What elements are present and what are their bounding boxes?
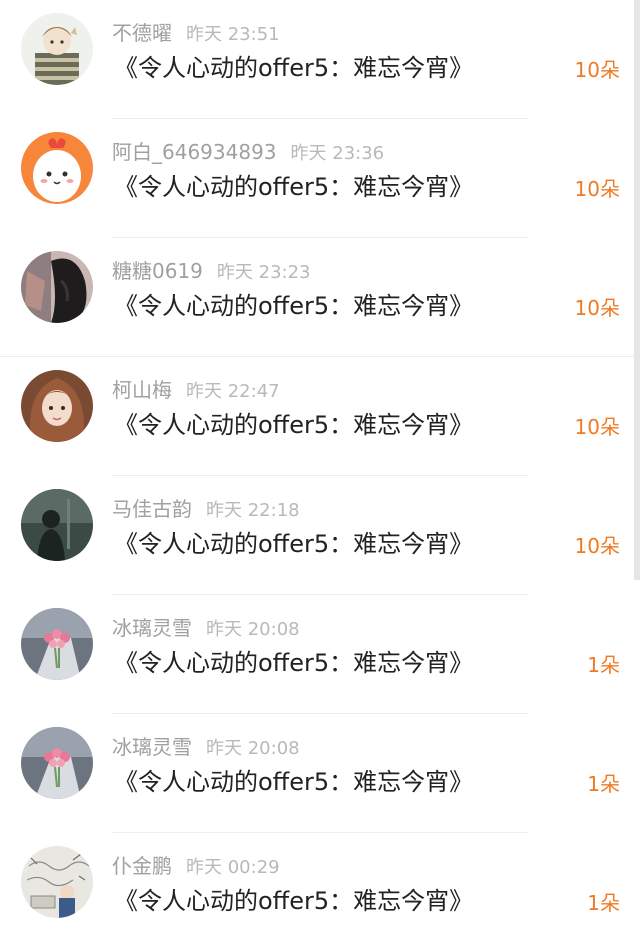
striped-shirt-cartoon-avatar-icon[interactable] — [21, 13, 93, 85]
timestamp: 昨天 23:23 — [216, 262, 311, 283]
timestamp: 昨天 20:08 — [206, 619, 300, 640]
item-meta: 阿白_646934893 昨天 23:36 — [112, 139, 384, 165]
gift-count: 1朵 — [587, 653, 620, 677]
timestamp: 昨天 23:51 — [186, 24, 280, 45]
user-name[interactable]: 马佳古韵 — [112, 497, 192, 521]
user-name[interactable]: 不德曜 — [112, 21, 172, 45]
user-name[interactable]: 冰璃灵雪 — [112, 616, 192, 640]
show-title: 《令人心动的offer5：难忘今宵》 — [114, 173, 474, 201]
timestamp: 昨天 00:29 — [186, 857, 280, 878]
flowers-avatar-icon[interactable] — [21, 608, 93, 680]
gift-count: 10朵 — [574, 177, 620, 201]
flowers-avatar-icon[interactable] — [21, 727, 93, 799]
sketch-avatar-icon[interactable] — [21, 846, 93, 918]
show-title: 《令人心动的offer5：难忘今宵》 — [114, 292, 474, 320]
show-title: 《令人心动的offer5：难忘今宵》 — [114, 649, 474, 677]
user-name[interactable]: 冰璃灵雪 — [112, 735, 192, 759]
show-title: 《令人心动的offer5：难忘今宵》 — [114, 411, 474, 439]
list-item[interactable]: 阿白_646934893 昨天 23:36 《令人心动的offer5：难忘今宵》 … — [0, 119, 640, 238]
timestamp: 昨天 22:47 — [186, 381, 280, 402]
item-meta: 糖糖0619 昨天 23:23 — [112, 258, 311, 284]
gift-record-list: 不德曜 昨天 23:51 《令人心动的offer5：难忘今宵》 10朵 阿白_64… — [0, 0, 640, 951]
item-meta: 冰璃灵雪 昨天 20:08 — [112, 615, 300, 641]
list-item[interactable]: 冰璃灵雪 昨天 20:08 《令人心动的offer5：难忘今宵》 1朵 — [0, 595, 640, 714]
dark-hair-avatar-icon[interactable] — [21, 251, 93, 323]
timestamp: 昨天 23:36 — [290, 143, 385, 164]
item-meta: 冰璃灵雪 昨天 20:08 — [112, 734, 300, 760]
gift-count: 10朵 — [574, 534, 620, 558]
timestamp: 昨天 20:08 — [206, 738, 300, 759]
show-title: 《令人心动的offer5：难忘今宵》 — [114, 768, 474, 796]
user-name[interactable]: 仆金鹏 — [112, 854, 172, 878]
list-item[interactable]: 仆金鹏 昨天 00:29 《令人心动的offer5：难忘今宵》 1朵 — [0, 833, 640, 952]
list-item[interactable]: 糖糖0619 昨天 23:23 《令人心动的offer5：难忘今宵》 10朵 — [0, 238, 640, 357]
orange-cartoon-avatar-icon[interactable] — [21, 132, 93, 204]
show-title: 《令人心动的offer5：难忘今宵》 — [114, 530, 474, 558]
item-meta: 仆金鹏 昨天 00:29 — [112, 853, 280, 879]
timestamp: 昨天 22:18 — [206, 500, 300, 521]
list-item[interactable]: 马佳古韵 昨天 22:18 《令人心动的offer5：难忘今宵》 10朵 — [0, 476, 640, 595]
gift-count: 10朵 — [574, 58, 620, 82]
list-item[interactable]: 柯山梅 昨天 22:47 《令人心动的offer5：难忘今宵》 10朵 — [0, 357, 640, 476]
girl-photo-avatar-icon[interactable] — [21, 370, 93, 442]
user-name[interactable]: 阿白_646934893 — [112, 140, 277, 164]
scrollbar[interactable] — [634, 0, 640, 580]
list-item[interactable]: 冰璃灵雪 昨天 20:08 《令人心动的offer5：难忘今宵》 1朵 — [0, 714, 640, 833]
show-title: 《令人心动的offer5：难忘今宵》 — [114, 54, 474, 82]
list-item[interactable]: 不德曜 昨天 23:51 《令人心动的offer5：难忘今宵》 10朵 — [0, 0, 640, 119]
gift-count: 10朵 — [574, 296, 620, 320]
user-name[interactable]: 柯山梅 — [112, 378, 172, 402]
silhouette-avatar-icon[interactable] — [21, 489, 93, 561]
show-title: 《令人心动的offer5：难忘今宵》 — [114, 887, 474, 915]
item-meta: 不德曜 昨天 23:51 — [112, 20, 280, 46]
gift-count: 1朵 — [587, 891, 620, 915]
gift-count: 1朵 — [587, 772, 620, 796]
item-meta: 马佳古韵 昨天 22:18 — [112, 496, 300, 522]
user-name[interactable]: 糖糖0619 — [112, 259, 203, 283]
item-meta: 柯山梅 昨天 22:47 — [112, 377, 280, 403]
gift-count: 10朵 — [574, 415, 620, 439]
